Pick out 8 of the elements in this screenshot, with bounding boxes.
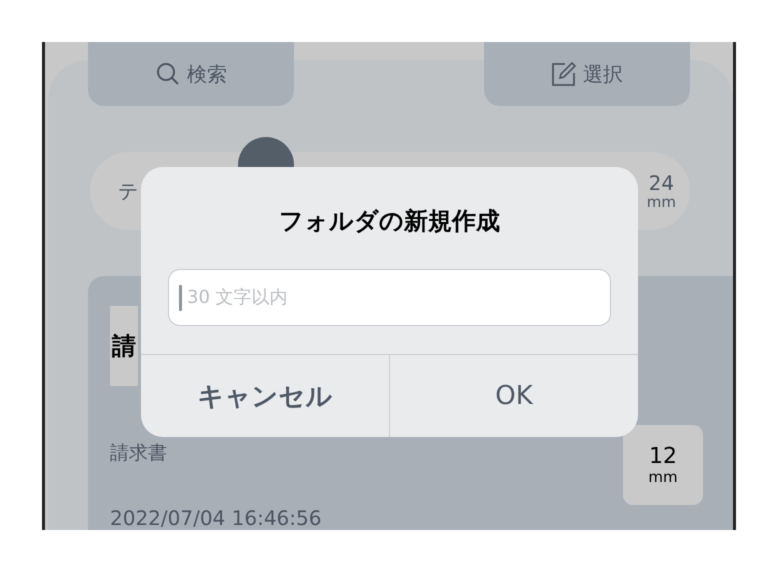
tape-width-badge: 12 mm bbox=[623, 425, 703, 505]
item-name: 請求書 bbox=[110, 441, 167, 466]
tape-value: 24 bbox=[648, 172, 674, 194]
dialog-title: フォルダの新規作成 bbox=[278, 206, 501, 237]
label-preview: 請 bbox=[110, 306, 138, 386]
tape-unit: mm bbox=[646, 194, 676, 210]
item-timestamp: 2022/07/04 16:46:56 bbox=[110, 506, 322, 530]
tape-label: テ bbox=[118, 178, 138, 204]
